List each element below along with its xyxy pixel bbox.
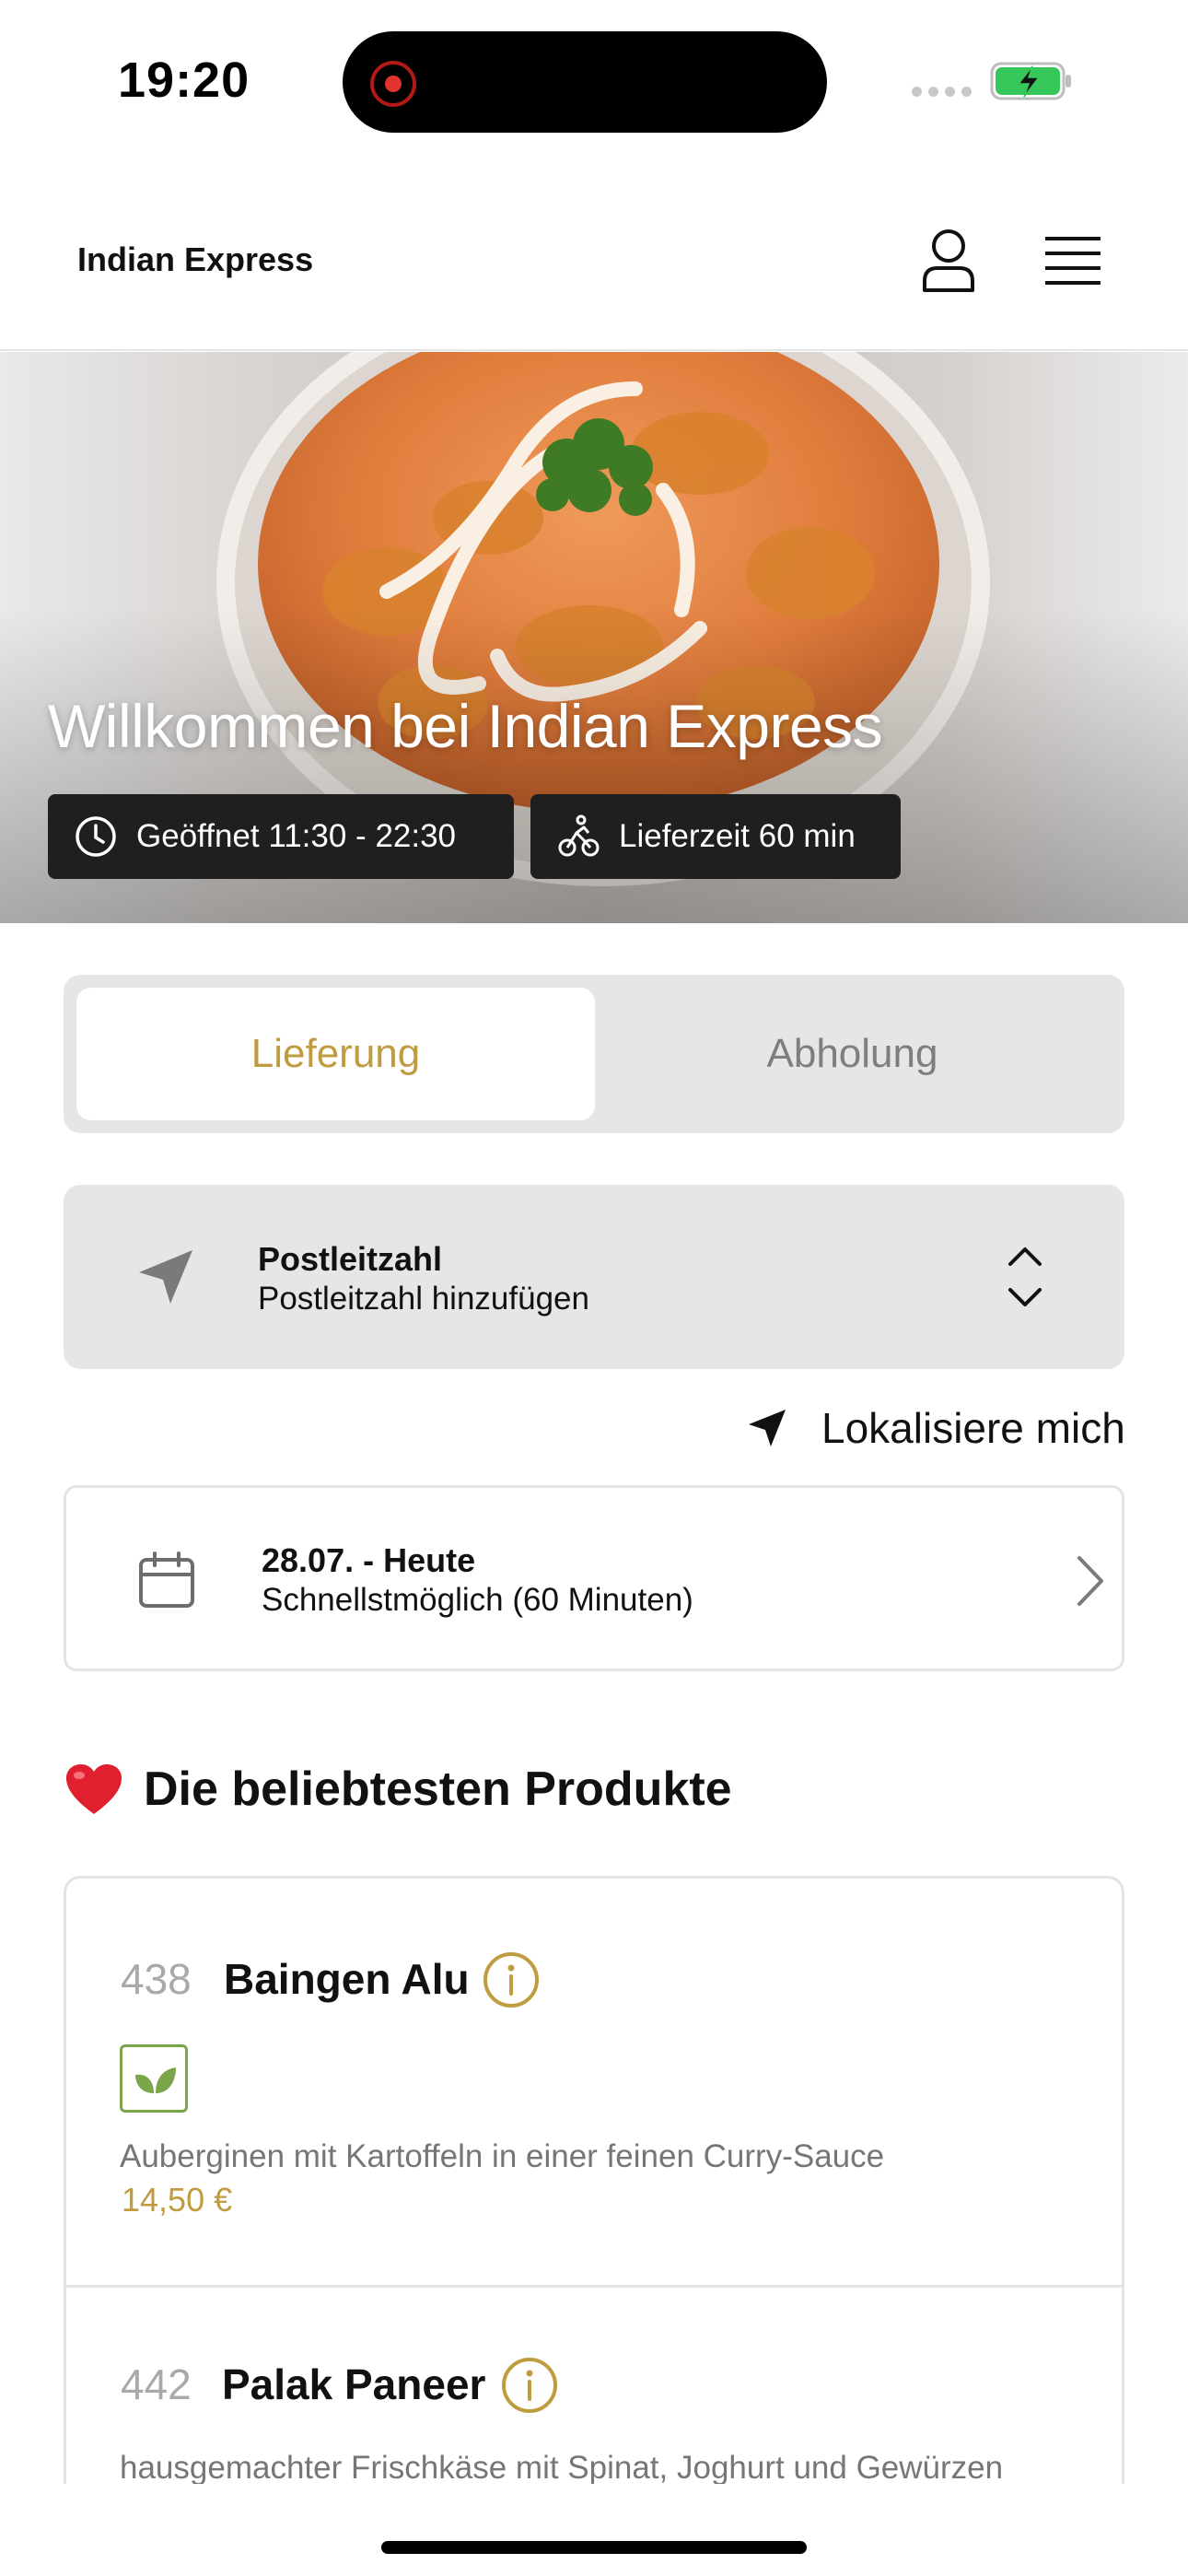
dynamic-island xyxy=(343,31,827,133)
product-description: hausgemachter Frischkäse mit Spinat, Jog… xyxy=(120,2450,1004,2484)
postcode-placeholder: Postleitzahl hinzufügen xyxy=(258,1281,589,1317)
delivery-date-selector[interactable]: 28.07. - Heute Schnellstmöglich (60 Minu… xyxy=(64,1485,1124,1671)
info-icon[interactable] xyxy=(500,2356,559,2415)
popular-products-title: Die beliebtesten Produkte xyxy=(144,1762,732,1816)
postcode-selector[interactable]: Postleitzahl Postleitzahl hinzufügen xyxy=(64,1185,1124,1369)
locate-me-label: Lokalisiere mich xyxy=(821,1404,1125,1452)
leaf-icon xyxy=(135,2067,176,2093)
tab-delivery[interactable]: Lieferung xyxy=(76,988,595,1120)
order-mode-toggle: Lieferung Abholung xyxy=(64,975,1124,1133)
user-icon[interactable] xyxy=(912,224,985,298)
date-value: Schnellstmöglich (60 Minuten) xyxy=(262,1582,693,1618)
home-indicator[interactable] xyxy=(381,2541,807,2554)
delivery-time-badge: Lieferzeit 60 min xyxy=(530,794,901,879)
tab-pickup[interactable]: Abholung xyxy=(593,988,1112,1120)
clock-icon xyxy=(76,816,116,857)
signal-icon xyxy=(912,87,972,97)
product-name: Baingen Alu xyxy=(224,1955,470,2003)
chevron-right-icon xyxy=(1077,1556,1103,1606)
popular-products-list: 438 Baingen Alu Auberginen mit Kartoffel… xyxy=(64,1876,1124,2484)
popular-products-heading: Die beliebtesten Produkte xyxy=(64,1762,732,1817)
status-time: 19:20 xyxy=(118,53,250,108)
heart-icon xyxy=(66,1764,122,1814)
postcode-label: Postleitzahl xyxy=(258,1240,443,1278)
recording-icon xyxy=(370,61,416,107)
battery-charging-icon xyxy=(990,62,1071,100)
product-price: 14,50 € xyxy=(122,2181,233,2219)
product-card[interactable]: 438 Baingen Alu Auberginen mit Kartoffel… xyxy=(66,1879,1122,2288)
product-name: Palak Paneer xyxy=(222,2360,486,2408)
opening-hours-badge: Geöffnet 11:30 - 22:30 xyxy=(48,794,514,879)
menu-icon[interactable] xyxy=(1036,226,1110,299)
status-bar: 19:20 xyxy=(0,0,1188,161)
vegetarian-badge xyxy=(120,2044,188,2113)
product-number: 438 xyxy=(121,1955,192,2003)
date-label: 28.07. - Heute xyxy=(262,1541,476,1579)
hero-banner: Willkommen bei Indian Express Geöffnet 1… xyxy=(0,352,1188,923)
bicycle-courier-icon xyxy=(558,814,600,857)
hero-title: Willkommen bei Indian Express xyxy=(48,692,883,760)
product-description: Auberginen mit Kartoffeln in einer feine… xyxy=(120,2138,885,2174)
product-card[interactable]: 442 Palak Paneer hausgemachter Frischkäs… xyxy=(66,2288,1122,2484)
calendar-icon xyxy=(139,1551,194,1608)
locate-me-button[interactable]: Lokalisiere mich xyxy=(746,1399,1125,1458)
restaurant-name: Indian Express xyxy=(77,240,314,278)
product-number: 442 xyxy=(121,2360,192,2408)
location-arrow-icon xyxy=(749,1410,786,1446)
chevron-up-down-icon xyxy=(1008,1247,1042,1306)
opening-hours-text: Geöffnet 11:30 - 22:30 xyxy=(136,818,457,854)
delivery-time-text: Lieferzeit 60 min xyxy=(619,818,856,854)
app-header: Indian Express xyxy=(0,161,1188,351)
info-icon[interactable] xyxy=(482,1950,541,2009)
navigation-arrow-icon xyxy=(139,1250,192,1304)
